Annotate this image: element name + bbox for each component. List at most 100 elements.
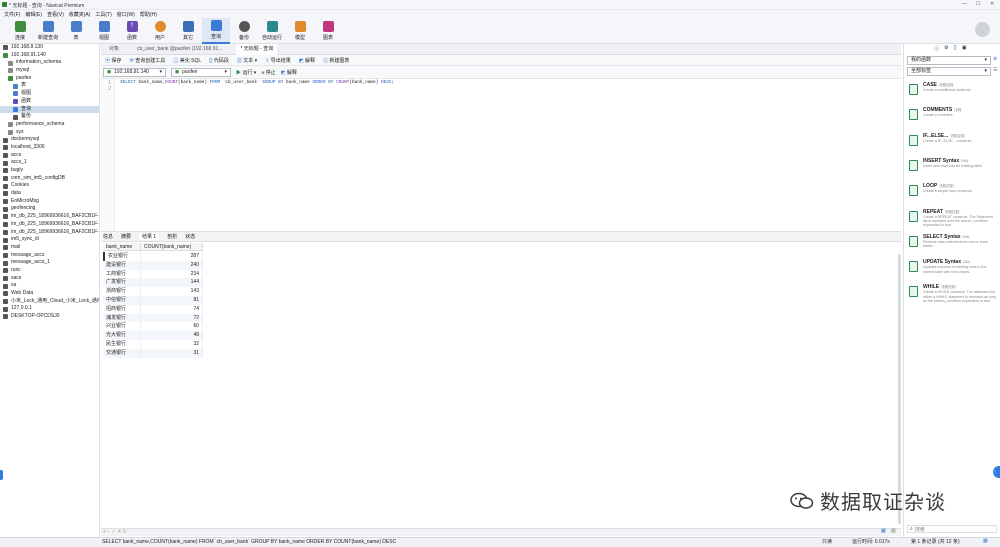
tree-item[interactable]: accs_1 (0, 159, 99, 167)
table-row[interactable]: 民生银行 32 (103, 340, 203, 349)
save-button[interactable]: ▣ 保存 (105, 57, 121, 64)
add-record-icon[interactable]: + − ✓ ✕ ↻ (103, 529, 127, 535)
snippet-item[interactable]: SELECT Syntax DML Retrieve rows selected f… (909, 234, 997, 258)
cell-count[interactable]: 287 (141, 252, 203, 261)
grid-view-icon[interactable]: ▦ (881, 528, 886, 534)
maximize-icon[interactable]: ☐ (976, 1, 980, 7)
model-button[interactable]: 模型 (286, 18, 314, 44)
tree-item[interactable]: im5_sync_id (0, 236, 99, 244)
menu-tools[interactable]: 工具(T) (95, 11, 111, 18)
tree-item[interactable]: EnMicroMsg (0, 198, 99, 206)
function-filter-select[interactable]: 我的函数 ▾ (907, 56, 991, 65)
tab-objects[interactable]: 对象 (105, 44, 123, 55)
tree-item[interactable]: im_db_225_18969936616_BAF2CB1F- (0, 221, 99, 229)
snippet-item[interactable]: CASE 流程控制 Create a conditional construct. (909, 82, 997, 106)
tree-item[interactable]: runc (0, 267, 99, 275)
gear-icon[interactable]: ⚙ (944, 45, 948, 52)
tree-item[interactable]: mysql (0, 67, 99, 75)
tree-item[interactable]: performance_schema (0, 121, 99, 129)
close-icon[interactable]: ✕ (990, 1, 994, 7)
tree-item[interactable]: 视图 (0, 90, 99, 98)
stop-button[interactable]: ■ 停止 (261, 69, 275, 76)
cell-bank-name[interactable]: 广发银行 (103, 278, 141, 288)
tree-item[interactable]: geofencing (0, 205, 99, 213)
tree-item[interactable]: accs (0, 152, 99, 160)
tree-item[interactable]: sa (0, 282, 99, 290)
tree-item[interactable]: sys (0, 129, 99, 137)
menu-help[interactable]: 帮助(H) (140, 11, 157, 18)
export-results-button[interactable]: ⇪ 导出结果 (265, 57, 291, 64)
query-builder-button[interactable]: ⚒ 查询创建工具 (129, 57, 165, 64)
menu-favorites[interactable]: 收藏夹(A) (69, 11, 91, 18)
menu-window[interactable]: 窗口(W) (117, 11, 135, 18)
tab-result-1[interactable]: 结果 1 (139, 233, 160, 240)
form-view-icon[interactable]: ▤ (891, 528, 896, 534)
info-icon[interactable]: ⓘ (934, 45, 939, 52)
connection-button[interactable]: 连接 (6, 18, 34, 44)
menu-edit[interactable]: 编辑(E) (25, 11, 42, 18)
tab-status[interactable]: 状态 (185, 233, 195, 240)
tree-item[interactable]: sacs (0, 275, 99, 283)
status-grid-icon[interactable]: ▦ (983, 537, 988, 546)
tree-item[interactable]: im_db_225_18969936616_BAF2CB1F- (0, 213, 99, 221)
tree-item[interactable]: 192.168.91.140 (0, 52, 99, 60)
tree-item[interactable]: information_schema (0, 59, 99, 67)
new-query-button[interactable]: 新建查询 (34, 18, 62, 44)
tree-item[interactable]: 小米_Lock_通用_Cloud_小米_Lock_通用 (0, 298, 99, 306)
tree-item[interactable]: 127.0.0.1 (0, 305, 99, 313)
function-button[interactable]: f 函数 (118, 18, 146, 44)
cell-count[interactable]: 143 (141, 287, 203, 296)
tab-query[interactable]: * 无标题 - 查询 (236, 43, 278, 55)
left-edge-handle[interactable] (0, 470, 3, 480)
cell-count[interactable]: 32 (141, 340, 203, 349)
run-button[interactable]: ▶ 运行 ▾ (236, 69, 256, 76)
add-snippet-icon[interactable]: ⊕ (993, 56, 997, 62)
tree-item[interactable]: im_db_225_18969936616_BAF2CB1F- (0, 229, 99, 237)
tree-item[interactable]: com_sim_im5_configDB (0, 175, 99, 183)
snippet-item[interactable]: WHILE 流程控制 Create a WHILE construct. The s… (909, 284, 997, 308)
text-button[interactable]: ▦ 文本 ▾ (237, 57, 257, 64)
cell-count[interactable]: 60 (141, 322, 203, 332)
tree-item[interactable]: Web Data (0, 290, 99, 298)
minimize-icon[interactable]: — (962, 1, 967, 7)
cell-count[interactable]: 72 (141, 313, 203, 323)
collapse-handle-icon[interactable]: ‹ (993, 466, 1000, 478)
view-button[interactable]: 视图 (90, 18, 118, 44)
grid-scrollbar[interactable] (898, 254, 901, 524)
cell-bank-name[interactable]: 浙商银行 (103, 287, 141, 296)
cell-count[interactable]: 234 (141, 269, 203, 279)
table-row[interactable]: 交通银行 31 (103, 348, 203, 358)
code-snippet-button[interactable]: {} 代码段 (209, 57, 229, 64)
tree-item[interactable]: 查询 (0, 105, 99, 114)
image-icon[interactable]: ▣ (962, 45, 967, 52)
table-row[interactable]: 浙商银行 143 (103, 287, 203, 296)
tree-item[interactable]: bugly (0, 167, 99, 175)
tree-item[interactable]: 备份 (0, 113, 99, 121)
other-button[interactable]: 其它 (174, 18, 202, 44)
cell-bank-name[interactable]: 民生银行 (103, 340, 141, 349)
menu-file[interactable]: 文件(F) (4, 11, 20, 18)
cell-bank-name[interactable]: 光大银行 (103, 331, 141, 340)
cell-bank-name[interactable]: 交通银行 (103, 348, 141, 358)
menu-view[interactable]: 查看(V) (47, 11, 64, 18)
cell-bank-name[interactable]: 兴业银行 (103, 322, 141, 332)
avatar[interactable] (975, 22, 990, 37)
cell-bank-name[interactable]: 浦发银行 (103, 313, 141, 323)
automation-button[interactable]: 自动运行 (258, 18, 286, 44)
tab-profile[interactable]: 剖析 (167, 233, 177, 240)
tree-item[interactable]: paofen (0, 75, 99, 83)
cell-bank-name[interactable]: 建设银行 (103, 260, 141, 270)
user-button[interactable]: 用户 (146, 18, 174, 44)
cell-bank-name[interactable]: 农业银行 (103, 252, 141, 261)
tree-item[interactable]: 表 (0, 82, 99, 90)
list-view-icon[interactable]: ☰ (993, 67, 997, 73)
tree-item[interactable]: mail (0, 244, 99, 252)
tree-item[interactable]: Cookies (0, 182, 99, 190)
cell-count[interactable]: 144 (141, 278, 203, 288)
table-row[interactable]: 工商银行 234 (103, 269, 203, 279)
snippet-item[interactable]: UPDATE Syntax DML Updates columns of exist… (909, 259, 997, 283)
table-button[interactable]: 表 (62, 18, 90, 44)
tree-item[interactable]: DESKTOP-OPCDSJ0 (0, 313, 99, 321)
snippet-item[interactable]: IF...ELSE... 流程控制 Create a IF...ELSE... co… (909, 133, 997, 157)
table-row[interactable]: 兴业银行 60 (103, 322, 203, 332)
